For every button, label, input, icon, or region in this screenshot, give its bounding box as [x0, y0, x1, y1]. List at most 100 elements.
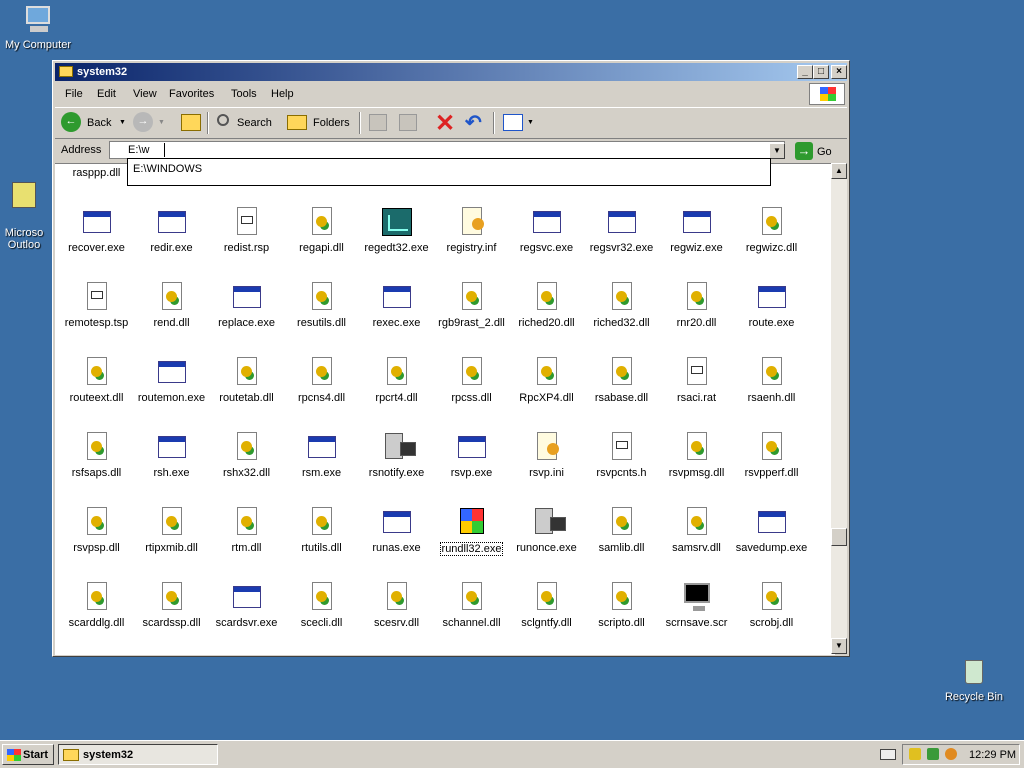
- file-item[interactable]: scripto.dll: [584, 581, 659, 651]
- shield-icon[interactable]: [909, 748, 921, 760]
- minimize-button[interactable]: _: [797, 65, 813, 79]
- file-item[interactable]: riched20.dll: [509, 281, 584, 351]
- maximize-button[interactable]: □: [813, 65, 829, 79]
- file-item[interactable]: remotesp.tsp: [59, 281, 134, 351]
- menu-favorites[interactable]: Favorites: [169, 88, 214, 100]
- file-item[interactable]: routemon.exe: [134, 356, 209, 426]
- network-icon[interactable]: [927, 748, 939, 760]
- file-item[interactable]: scardsvr.exe: [209, 581, 284, 651]
- file-item[interactable]: rsvpmsg.dll: [659, 431, 734, 501]
- menu-view[interactable]: View: [133, 88, 157, 100]
- file-item[interactable]: rgb9rast_2.dll: [434, 281, 509, 351]
- file-item[interactable]: replace.exe: [209, 281, 284, 351]
- close-button[interactable]: ×: [831, 65, 847, 79]
- delete-x-icon: ✕: [435, 110, 456, 137]
- file-item[interactable]: rexec.exe: [359, 281, 434, 351]
- up-folder-button[interactable]: [179, 111, 203, 135]
- file-item[interactable]: rsnotify.exe: [359, 431, 434, 501]
- file-item[interactable]: regwiz.exe: [659, 206, 734, 276]
- file-item[interactable]: redist.rsp: [209, 206, 284, 276]
- taskbar-item-system32[interactable]: system32: [58, 744, 218, 765]
- title-bar[interactable]: system32 _ □ ×: [55, 63, 847, 81]
- vertical-scrollbar[interactable]: ▲ ▼: [831, 163, 847, 654]
- views-button[interactable]: ▼: [501, 111, 535, 135]
- desktop-icon-my-computer[interactable]: My Computer: [0, 4, 78, 51]
- file-item[interactable]: rshx32.dll: [209, 431, 284, 501]
- file-item[interactable]: rtm.dll: [209, 506, 284, 576]
- move-to-button[interactable]: [367, 111, 389, 135]
- file-item[interactable]: rundll32.exe: [434, 506, 509, 576]
- search-button[interactable]: Search: [213, 111, 279, 135]
- scroll-up-button[interactable]: ▲: [831, 163, 847, 179]
- file-item[interactable]: recover.exe: [59, 206, 134, 276]
- menu-tools[interactable]: Tools: [231, 88, 257, 100]
- file-item[interactable]: rsabase.dll: [584, 356, 659, 426]
- file-item[interactable]: route.exe: [734, 281, 809, 351]
- file-item[interactable]: runas.exe: [359, 506, 434, 576]
- file-item[interactable]: rtutils.dll: [284, 506, 359, 576]
- file-item[interactable]: riched32.dll: [584, 281, 659, 351]
- scroll-thumb[interactable]: [831, 528, 847, 546]
- file-item[interactable]: rnr20.dll: [659, 281, 734, 351]
- file-item[interactable]: registry.inf: [434, 206, 509, 276]
- file-item[interactable]: scardssp.dll: [134, 581, 209, 651]
- magnifier-icon[interactable]: [945, 748, 957, 760]
- autocomplete-item[interactable]: E:\WINDOWS: [133, 163, 202, 175]
- file-item[interactable]: schannel.dll: [434, 581, 509, 651]
- file-item[interactable]: regapi.dll: [284, 206, 359, 276]
- file-item[interactable]: rsaenh.dll: [734, 356, 809, 426]
- delete-button[interactable]: ✕: [433, 110, 457, 137]
- file-item[interactable]: sclgntfy.dll: [509, 581, 584, 651]
- file-item[interactable]: rsvp.exe: [434, 431, 509, 501]
- file-item[interactable]: routetab.dll: [209, 356, 284, 426]
- file-item[interactable]: rpcrt4.dll: [359, 356, 434, 426]
- scroll-down-button[interactable]: ▼: [831, 638, 847, 654]
- menu-edit[interactable]: Edit: [97, 88, 116, 100]
- file-item[interactable]: rsaci.rat: [659, 356, 734, 426]
- file-item[interactable]: regsvc.exe: [509, 206, 584, 276]
- file-item[interactable]: scrnsave.scr: [659, 581, 734, 651]
- file-item[interactable]: rsfsaps.dll: [59, 431, 134, 501]
- file-item[interactable]: samlib.dll: [584, 506, 659, 576]
- file-item[interactable]: runonce.exe: [509, 506, 584, 576]
- file-item[interactable]: scrobj.dll: [734, 581, 809, 651]
- dll-file-icon: [531, 356, 563, 388]
- go-button[interactable]: → Go: [793, 141, 845, 161]
- file-item[interactable]: rsvpcnts.h: [584, 431, 659, 501]
- file-item[interactable]: regedt32.exe: [359, 206, 434, 276]
- menu-help[interactable]: Help: [271, 88, 294, 100]
- keyboard-icon[interactable]: [880, 749, 896, 760]
- forward-button[interactable]: → ▼: [131, 111, 167, 135]
- file-item[interactable]: RpcXP4.dll: [509, 356, 584, 426]
- file-item[interactable]: rend.dll: [134, 281, 209, 351]
- file-item[interactable]: redir.exe: [134, 206, 209, 276]
- file-item[interactable]: samsrv.dll: [659, 506, 734, 576]
- file-item[interactable]: routeext.dll: [59, 356, 134, 426]
- file-item[interactable]: rsh.exe: [134, 431, 209, 501]
- back-button[interactable]: ← Back ▼: [59, 111, 129, 135]
- file-item[interactable]: rsvpsp.dll: [59, 506, 134, 576]
- file-item[interactable]: resutils.dll: [284, 281, 359, 351]
- desktop-icon-outlook[interactable]: Microso Outloo: [0, 168, 54, 263]
- file-item[interactable]: rsm.exe: [284, 431, 359, 501]
- menu-file[interactable]: File: [65, 88, 83, 100]
- address-input[interactable]: E:\w: [109, 141, 785, 159]
- start-button[interactable]: Start: [2, 744, 54, 765]
- file-item[interactable]: scesrv.dll: [359, 581, 434, 651]
- file-item[interactable]: regwizc.dll: [734, 206, 809, 276]
- copy-to-button[interactable]: [397, 111, 419, 135]
- file-item[interactable]: rtipxmib.dll: [134, 506, 209, 576]
- address-dropdown-button[interactable]: ▼: [769, 143, 785, 159]
- folders-button[interactable]: Folders: [285, 111, 353, 135]
- file-item[interactable]: rsvp.ini: [509, 431, 584, 501]
- file-item[interactable]: regsvr32.exe: [584, 206, 659, 276]
- file-item[interactable]: savedump.exe: [734, 506, 809, 576]
- file-item[interactable]: rasppp.dll: [59, 164, 134, 201]
- file-item[interactable]: rpcss.dll: [434, 356, 509, 426]
- undo-button[interactable]: ↶: [463, 111, 487, 135]
- desktop-icon-recycle-bin[interactable]: Recycle Bin: [934, 656, 1014, 703]
- file-item[interactable]: rpcns4.dll: [284, 356, 359, 426]
- file-item[interactable]: scarddlg.dll: [59, 581, 134, 651]
- file-item[interactable]: rsvpperf.dll: [734, 431, 809, 501]
- file-item[interactable]: scecli.dll: [284, 581, 359, 651]
